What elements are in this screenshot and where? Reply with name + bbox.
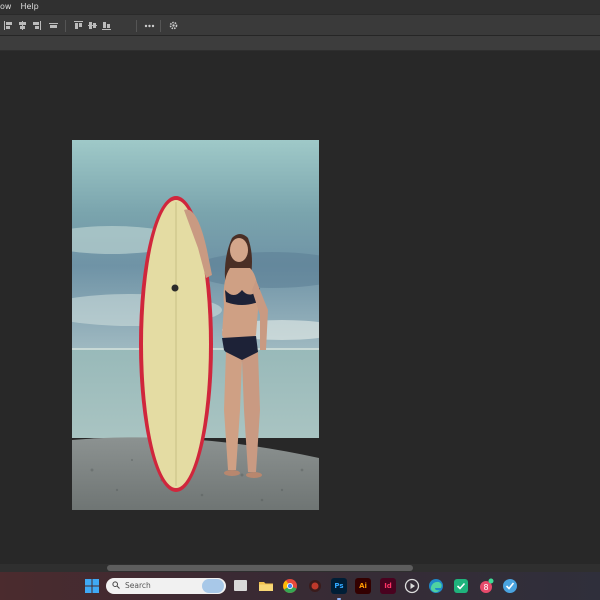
illustrator-icon[interactable]: Ai bbox=[355, 578, 371, 594]
edge-icon[interactable] bbox=[428, 578, 444, 594]
canvas-image[interactable] bbox=[72, 140, 319, 510]
check-app-icon[interactable] bbox=[502, 578, 518, 594]
horizontal-scrollbar[interactable] bbox=[0, 564, 600, 572]
photoshop-icon[interactable]: Ps bbox=[331, 578, 347, 594]
chrome-icon[interactable] bbox=[282, 578, 298, 594]
menu-bar: ow Help bbox=[0, 0, 600, 14]
align-left-edges-icon[interactable] bbox=[3, 20, 14, 31]
settings-gear-icon[interactable] bbox=[168, 20, 179, 31]
toolbar-separator bbox=[136, 20, 137, 32]
more-options-icon[interactable] bbox=[144, 20, 155, 31]
taskbar-search[interactable]: Search bbox=[106, 578, 226, 594]
file-explorer-icon[interactable] bbox=[258, 578, 274, 594]
shield-app-icon[interactable] bbox=[453, 578, 469, 594]
options-bar bbox=[0, 14, 600, 36]
document-tab-strip bbox=[0, 36, 600, 51]
taskbar: Search Ps Ai Id 8 bbox=[0, 572, 600, 600]
indesign-icon[interactable]: Id bbox=[380, 578, 396, 594]
search-icon bbox=[112, 581, 120, 589]
distribute-horizontal-icon[interactable] bbox=[48, 20, 59, 31]
media-player-icon[interactable] bbox=[404, 578, 420, 594]
align-bottom-edges-icon[interactable] bbox=[101, 20, 112, 31]
scrollbar-thumb[interactable] bbox=[107, 565, 413, 571]
align-vertical-centers-icon[interactable] bbox=[87, 20, 98, 31]
task-view-icon[interactable] bbox=[234, 580, 247, 591]
toolbar-separator bbox=[65, 20, 66, 32]
align-horizontal-centers-icon[interactable] bbox=[17, 20, 28, 31]
svg-text:8: 8 bbox=[483, 583, 488, 592]
bing-icon bbox=[202, 579, 224, 593]
start-icon[interactable] bbox=[84, 578, 100, 594]
menu-item-help[interactable]: Help bbox=[20, 0, 38, 14]
menu-item-window[interactable]: ow bbox=[0, 0, 11, 14]
align-top-edges-icon[interactable] bbox=[73, 20, 84, 31]
search-placeholder: Search bbox=[125, 581, 151, 590]
toolbar-separator bbox=[160, 20, 161, 32]
app-red-icon[interactable] bbox=[307, 578, 323, 594]
app-badge-icon[interactable]: 8 bbox=[478, 578, 494, 594]
align-right-edges-icon[interactable] bbox=[31, 20, 42, 31]
